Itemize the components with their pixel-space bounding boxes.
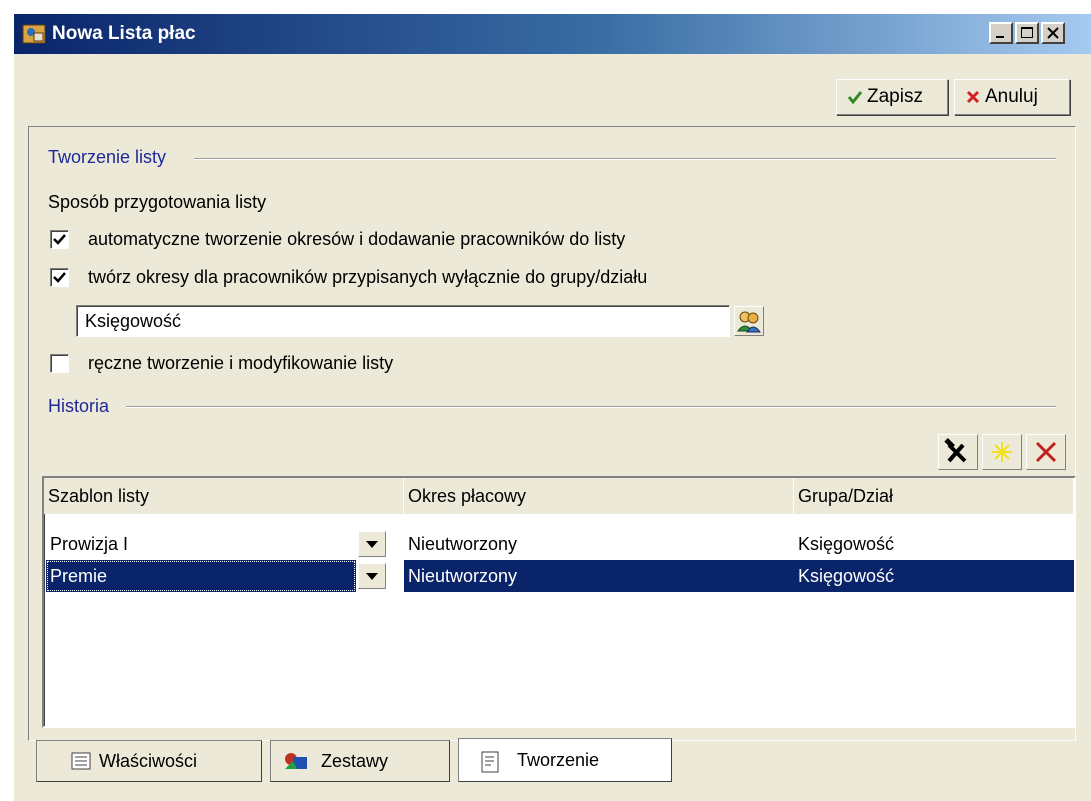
close-button[interactable] bbox=[1041, 22, 1065, 44]
sparkle-icon bbox=[992, 442, 1012, 462]
group-title-history: Historia bbox=[48, 395, 118, 417]
column-header-period[interactable]: Okres płacowy bbox=[404, 478, 794, 514]
option-auto-checkbox[interactable] bbox=[50, 230, 69, 249]
option-auto-label[interactable]: automatyczne tworzenie okresów i dodawan… bbox=[88, 228, 625, 250]
group-separator-creation bbox=[194, 158, 1056, 160]
cell-template: Prowizja I bbox=[50, 534, 129, 554]
save-label: Zapisz bbox=[867, 86, 923, 107]
group-field[interactable]: Księgowość bbox=[76, 305, 730, 337]
save-button[interactable]: Zapisz bbox=[836, 79, 948, 115]
cell-template: Premie bbox=[46, 560, 356, 592]
new-button[interactable] bbox=[982, 434, 1022, 470]
document-icon bbox=[481, 751, 499, 773]
select-group-button[interactable] bbox=[734, 306, 764, 336]
tools-icon bbox=[944, 438, 967, 463]
history-grid[interactable]: Szablon listy Okres płacowy Grupa/Dział … bbox=[42, 476, 1076, 728]
tab-creation-label: Tworzenie bbox=[517, 750, 600, 770]
template-dropdown-button[interactable] bbox=[358, 531, 386, 557]
maximize-button[interactable] bbox=[1015, 22, 1039, 44]
cancel-x-icon bbox=[966, 90, 980, 104]
checkmark-icon bbox=[53, 234, 66, 245]
cancel-label: Anuluj bbox=[985, 86, 1038, 107]
option-group-only-label[interactable]: twórz okresy dla pracowników przypisanyc… bbox=[88, 266, 647, 288]
tab-properties[interactable]: Właściwości bbox=[36, 740, 262, 782]
option-group-only-checkbox[interactable] bbox=[50, 268, 69, 287]
column-header-template[interactable]: Szablon listy bbox=[44, 478, 404, 514]
minimize-button[interactable] bbox=[989, 22, 1013, 44]
tab-properties-label: Właściwości bbox=[99, 751, 198, 771]
group-title-creation: Tworzenie listy bbox=[48, 146, 175, 168]
delete-x-icon bbox=[1035, 441, 1057, 463]
cell-period: Nieutworzony bbox=[404, 560, 794, 592]
option-manual-label[interactable]: ręczne tworzenie i modyfikowanie listy bbox=[88, 352, 393, 374]
chevron-down-icon bbox=[366, 541, 378, 548]
tools-button[interactable] bbox=[938, 434, 978, 470]
window-title: Nowa Lista płac bbox=[52, 23, 196, 44]
delete-button[interactable] bbox=[1026, 434, 1066, 470]
app-icon bbox=[22, 24, 46, 44]
cell-period: Nieutworzony bbox=[408, 534, 518, 554]
group-separator-history bbox=[126, 406, 1056, 408]
group-field-value: Księgowość bbox=[85, 311, 182, 331]
maximize-icon bbox=[1021, 27, 1033, 38]
cancel-button[interactable]: Anuluj bbox=[954, 79, 1070, 115]
table-row-selected[interactable]: Premie Nieutworzony Księgowość bbox=[44, 560, 1074, 592]
sets-icon bbox=[285, 753, 307, 769]
cell-group: Księgowość bbox=[794, 560, 1074, 592]
chevron-down-icon bbox=[366, 573, 378, 580]
minimize-icon bbox=[996, 36, 1004, 38]
dialog-window: Nowa Lista płac Zapisz Anuluj Tworzenie … bbox=[14, 14, 1091, 801]
title-bar[interactable]: Nowa Lista płac bbox=[14, 14, 1091, 54]
people-icon bbox=[737, 311, 761, 333]
tab-sets-label: Zestawy bbox=[321, 751, 389, 771]
tab-creation[interactable]: Tworzenie bbox=[458, 738, 672, 782]
mode-label: Sposób przygotowania listy bbox=[48, 192, 267, 212]
check-icon bbox=[847, 91, 863, 105]
option-manual-checkbox[interactable] bbox=[50, 354, 69, 373]
checkmark-icon bbox=[53, 272, 66, 283]
template-dropdown-button[interactable] bbox=[358, 563, 386, 589]
column-header-group[interactable]: Grupa/Dział bbox=[794, 478, 1074, 514]
cell-group: Księgowość bbox=[798, 534, 895, 554]
properties-icon bbox=[71, 752, 91, 770]
table-row[interactable]: Prowizja I Nieutworzony Księgowość bbox=[44, 528, 1074, 560]
close-icon bbox=[1047, 27, 1059, 39]
tab-sets[interactable]: Zestawy bbox=[270, 740, 450, 782]
